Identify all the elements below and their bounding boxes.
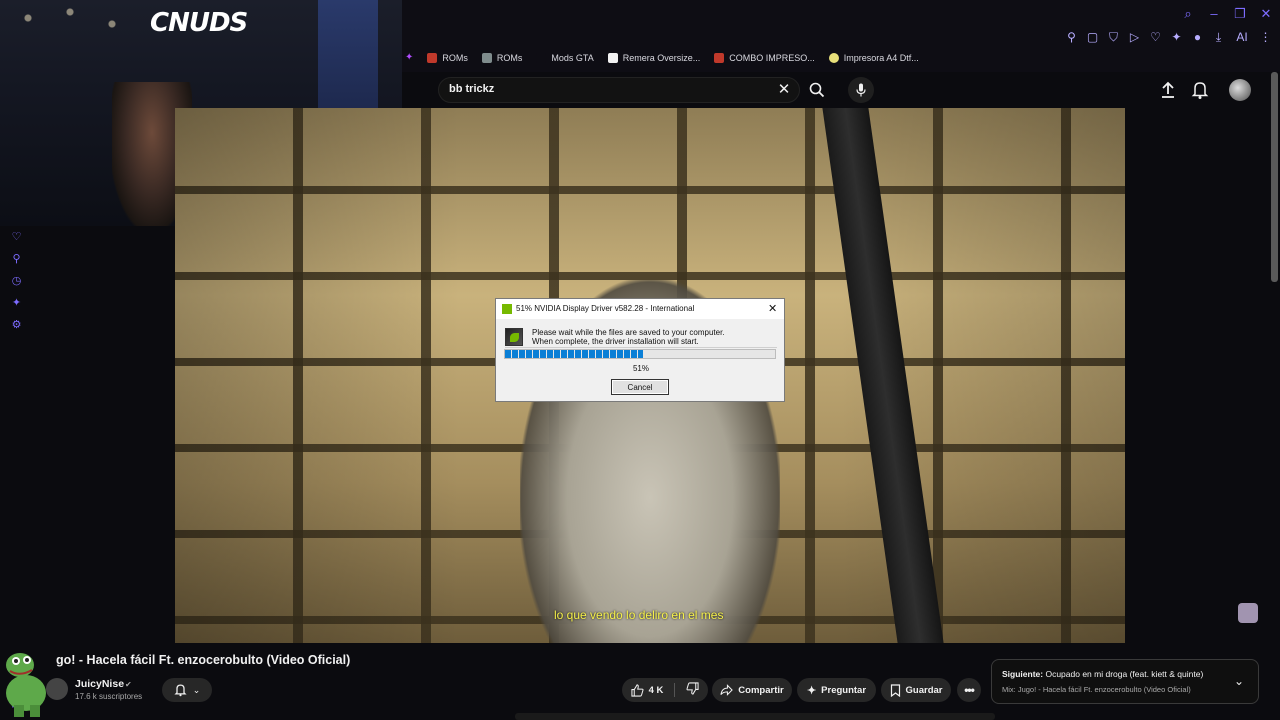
verified-icon: ✔	[125, 680, 132, 689]
bookmark-icon	[828, 52, 839, 63]
bookmark-roms-1[interactable]: ROMs	[427, 52, 468, 63]
bookmark-mods-gta[interactable]: Mods GTA	[536, 52, 594, 63]
save-button[interactable]: Guardar	[881, 678, 951, 702]
like-divider	[674, 683, 676, 697]
up-next-mix: Mix: Jugo! - Hacela fácil Ft. enzocerobu…	[1002, 685, 1191, 694]
bookmark-icon	[607, 52, 618, 63]
upload-button[interactable]	[1159, 80, 1177, 100]
share-button[interactable]: Compartir	[712, 678, 792, 702]
upload-icon	[1162, 81, 1174, 98]
settings-icon[interactable]: ⚙	[10, 318, 23, 331]
bell-icon	[1191, 82, 1209, 99]
page-scrollbar[interactable]	[1271, 72, 1278, 282]
subscription-bell-button[interactable]: ⌄	[162, 678, 212, 702]
chevron-down-icon: ⌄	[192, 684, 201, 695]
up-next-prefix: Siguiente:	[1002, 669, 1044, 679]
nvidia-logo-icon	[505, 328, 523, 346]
like-count: 4 K	[648, 684, 664, 696]
bookmark-roms-2[interactable]: ROMs	[481, 52, 522, 63]
nvidia-icon	[502, 304, 512, 314]
bookmark-combo[interactable]: COMBO IMPRESO...	[714, 52, 815, 63]
pin-icon[interactable]: ⚲	[10, 252, 23, 265]
thumbs-up-icon	[631, 683, 644, 697]
heart-icon[interactable]: ♡	[1149, 30, 1162, 45]
more-actions-button[interactable]: •••	[957, 678, 981, 702]
extensions-row: ⚲ ▢ ⛉ ▷ ♡ ✦ ● ⤓ AI ⋮	[1065, 30, 1272, 45]
bookmark-impresora[interactable]: Impresora A4 Dtf...	[828, 52, 919, 63]
restore-icon[interactable]: ❐	[1232, 6, 1248, 22]
bookmark-icon	[481, 52, 492, 63]
like-button[interactable]: 4 K	[631, 683, 664, 697]
pixel-sprite-icon	[1238, 603, 1258, 623]
sparkle-icon: ✦	[806, 684, 817, 697]
bookmark-icon	[536, 52, 547, 63]
chevron-down-icon[interactable]: ⌄	[1234, 674, 1244, 688]
video-title: go! - Hacela fácil Ft. enzocerobulto (Vi…	[56, 653, 351, 667]
tab-icon[interactable]: ▢	[1086, 30, 1099, 45]
progress-percent: 51%	[632, 364, 649, 373]
shield-icon[interactable]: ⛉	[1107, 30, 1120, 45]
dialog-close-icon[interactable]: ✕	[768, 302, 777, 315]
progress-bar-fill	[505, 350, 643, 358]
save-label: Guardar	[905, 684, 943, 696]
more-icon: •••	[964, 683, 975, 697]
channel-name[interactable]: JuicyNise	[75, 678, 124, 690]
video-subtitle: lo que vendo lo deliro en el mes	[554, 608, 724, 622]
bell-icon	[174, 684, 187, 697]
dialog-title: 51% NVIDIA Display Driver v582.28 - Inte…	[516, 304, 695, 313]
play-icon[interactable]: ▷	[1128, 30, 1141, 45]
dialog-divider	[505, 347, 777, 348]
profile-icon[interactable]: ●	[1191, 30, 1204, 45]
webcam-light-bokeh	[0, 0, 140, 60]
download-icon[interactable]: ⤓	[1212, 30, 1225, 45]
like-dislike-group: 4 K	[622, 678, 708, 702]
search-icon	[809, 82, 825, 98]
search-button[interactable]	[804, 77, 830, 103]
account-avatar[interactable]	[1229, 79, 1251, 101]
window-controls: ⌕ – ❐ ✕	[1180, 6, 1274, 22]
bookmark-icon	[714, 52, 725, 63]
streamer-logo: CNUDS	[150, 8, 248, 38]
menu-icon[interactable]: ⋮	[1259, 30, 1272, 45]
up-next-title: Ocupado en mi droga (feat. kiett & quint…	[1045, 669, 1204, 679]
progress-bar	[504, 349, 776, 359]
bookmark-icon	[890, 683, 900, 697]
dialog-message-line2: When complete, the driver installation w…	[532, 337, 699, 346]
minimize-icon[interactable]: –	[1206, 6, 1222, 22]
extensions-icon[interactable]: ✦	[10, 296, 23, 309]
subscriber-count: 17.6 k suscriptores	[75, 692, 143, 701]
clear-search-icon[interactable]: ✕	[776, 80, 792, 98]
dislike-button[interactable]	[686, 682, 699, 698]
bottom-shelf	[515, 713, 995, 720]
pin-icon[interactable]: ⚲	[1065, 30, 1078, 45]
bookmarks-icon[interactable]: ✦	[405, 52, 413, 63]
share-label: Compartir	[738, 684, 784, 696]
heart-icon[interactable]: ♡	[10, 230, 23, 243]
nvidia-installer-dialog: 51% NVIDIA Display Driver v582.28 - Inte…	[495, 298, 785, 402]
bookmarks-bar: ✦ ROMs ROMs Mods GTA Remera Oversize... …	[405, 52, 919, 63]
bookmark-icon	[427, 52, 438, 63]
microphone-icon	[856, 83, 866, 97]
ask-label: Preguntar	[821, 684, 867, 696]
ask-button[interactable]: ✦ Preguntar	[797, 678, 876, 702]
puzzle-icon[interactable]: ✦	[1170, 30, 1183, 45]
dialog-message-line1: Please wait while the files are saved to…	[532, 328, 725, 337]
cancel-button[interactable]: Cancel	[611, 379, 669, 395]
close-icon[interactable]: ✕	[1258, 6, 1274, 22]
voice-search-button[interactable]	[848, 77, 874, 103]
frog-sticker	[6, 653, 46, 717]
search-query[interactable]: bb trickz	[449, 83, 494, 95]
share-icon	[720, 684, 734, 696]
notifications-button[interactable]	[1191, 80, 1209, 100]
ai-button[interactable]: AI	[1233, 30, 1251, 45]
up-next-label: Siguiente: Ocupado en mi droga (feat. ki…	[1002, 669, 1203, 679]
history-icon[interactable]: ◷	[10, 274, 23, 287]
bookmark-remera[interactable]: Remera Oversize...	[607, 52, 700, 63]
search-icon[interactable]: ⌕	[1180, 6, 1196, 22]
up-next-card[interactable]	[991, 659, 1259, 704]
thumbs-down-icon	[686, 682, 699, 695]
